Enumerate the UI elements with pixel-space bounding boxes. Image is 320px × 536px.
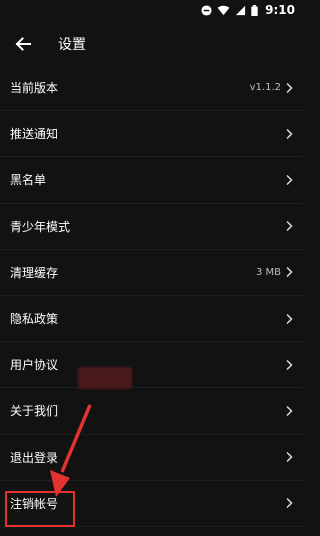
settings-item-blacklist[interactable]: 黑名单	[0, 157, 303, 204]
status-bar: 9:10	[0, 0, 303, 20]
chevron-right-icon	[285, 313, 293, 325]
chevron-right-icon	[285, 220, 293, 232]
chevron-right-icon	[285, 451, 293, 463]
settings-item-label: 青少年模式	[10, 219, 71, 234]
chevron-right-icon	[285, 497, 293, 509]
settings-item-label: 隐私政策	[10, 312, 59, 327]
settings-item-push-notifications[interactable]: 推送通知	[0, 111, 303, 158]
battery-icon	[251, 4, 258, 16]
page-title: 设置	[58, 37, 86, 53]
settings-item-teen-mode[interactable]: 青少年模式	[0, 204, 303, 250]
redaction-blur	[78, 367, 132, 389]
settings-item-user-agreement[interactable]: 用户协议	[0, 342, 303, 389]
settings-item-label: 当前版本	[10, 81, 59, 96]
settings-item-label: 用户协议	[10, 358, 59, 373]
chevron-right-icon	[285, 128, 293, 140]
app-header: 设置	[0, 24, 303, 64]
settings-list: 当前版本 v1.1.2 推送通知 黑名单 青少年模式 清理缓存 3 MB 隐私政…	[0, 65, 303, 527]
cache-size-value: 3 MB	[255, 266, 281, 278]
settings-item-current-version[interactable]: 当前版本 v1.1.2	[0, 65, 303, 112]
settings-item-clear-cache[interactable]: 清理缓存 3 MB	[0, 250, 303, 296]
status-time: 9:10	[265, 3, 295, 17]
settings-item-delete-account[interactable]: 注销帐号	[0, 481, 303, 527]
settings-item-label: 清理缓存	[10, 265, 59, 280]
arrow-left-icon[interactable]	[15, 35, 33, 53]
signal-icon	[235, 5, 246, 16]
chevron-right-icon	[285, 266, 293, 278]
version-value: v1.1.2	[249, 82, 281, 94]
settings-item-label: 黑名单	[10, 173, 47, 188]
wifi-icon	[217, 5, 230, 16]
chevron-right-icon	[285, 174, 293, 186]
settings-item-privacy-policy[interactable]: 隐私政策	[0, 296, 303, 343]
settings-item-label: 退出登录	[10, 450, 59, 465]
settings-item-about-us[interactable]: 关于我们	[0, 388, 303, 435]
chevron-right-icon	[285, 405, 293, 417]
settings-item-label: 注销帐号	[10, 496, 59, 511]
do-not-disturb-icon	[201, 4, 212, 16]
settings-item-label: 推送通知	[10, 127, 59, 142]
chevron-right-icon	[285, 359, 293, 371]
settings-item-logout[interactable]: 退出登录	[0, 435, 303, 481]
chevron-right-icon	[285, 82, 293, 94]
settings-item-label: 关于我们	[10, 404, 59, 419]
